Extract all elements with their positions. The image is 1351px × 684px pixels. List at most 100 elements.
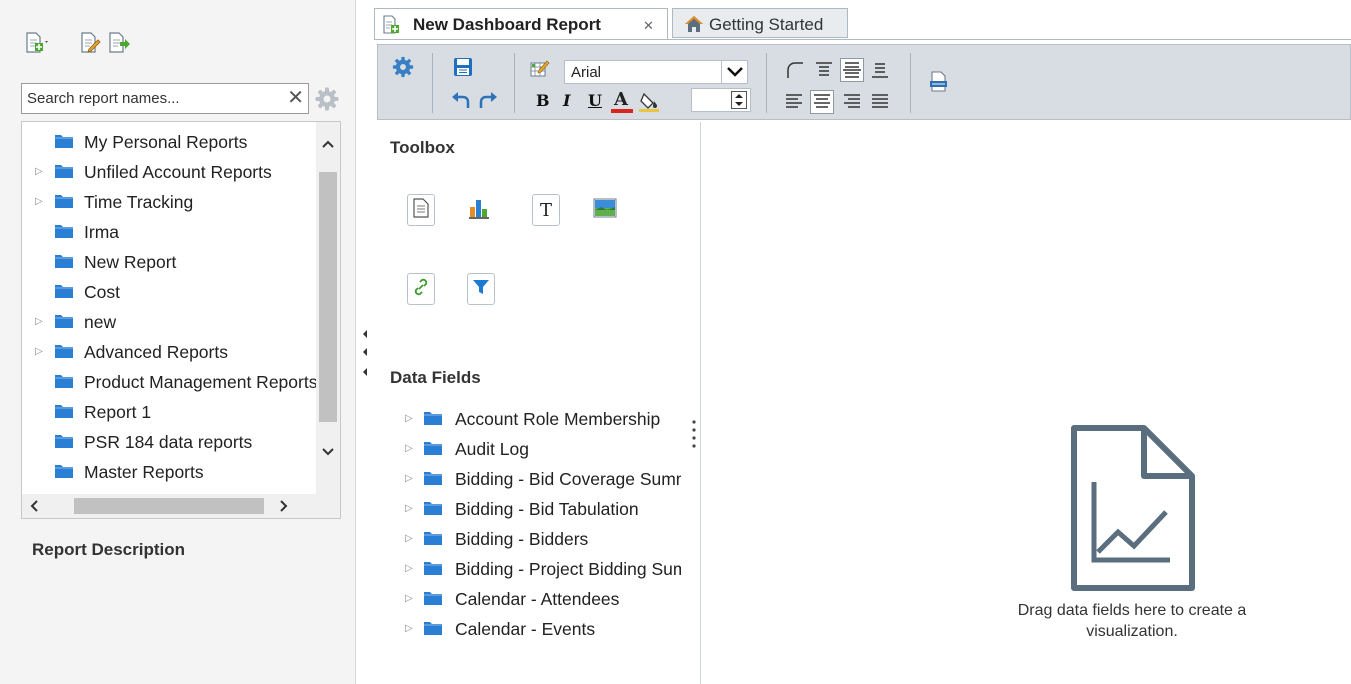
- save-icon[interactable]: [453, 57, 473, 82]
- font-family-value: Arial: [571, 64, 602, 81]
- collapse-left-icon[interactable]: [361, 328, 369, 383]
- bold-button[interactable]: B: [536, 91, 550, 110]
- tool-text[interactable]: T: [532, 194, 560, 226]
- report-tree-item[interactable]: My Personal Reports: [22, 128, 318, 156]
- close-tab-icon[interactable]: ✕: [643, 18, 654, 34]
- folder-icon: [54, 193, 74, 209]
- data-field-item[interactable]: ▷ Bidding - Bidders: [377, 525, 687, 553]
- report-tree-item-label: Cost: [84, 282, 120, 302]
- edit-report-icon[interactable]: [80, 32, 101, 53]
- data-field-item[interactable]: ▷ Calendar - Events: [377, 615, 687, 643]
- data-field-item[interactable]: ▷ Calendar - Attendees: [377, 585, 687, 613]
- font-color-swatch: [611, 109, 633, 113]
- font-size-stepper[interactable]: [691, 88, 751, 112]
- expand-arrow-icon[interactable]: ▷: [35, 166, 43, 177]
- scroll-right-icon[interactable]: [276, 498, 292, 518]
- report-tree-item[interactable]: Irma: [22, 218, 318, 246]
- align-bottom-icon[interactable]: [870, 60, 890, 85]
- tool-document[interactable]: [407, 194, 435, 226]
- text-format-icon[interactable]: [530, 58, 550, 83]
- scroll-down-icon[interactable]: [320, 444, 336, 460]
- align-left-icon[interactable]: [784, 93, 804, 116]
- expand-arrow-icon[interactable]: ▷: [405, 473, 413, 484]
- folder-icon: [54, 163, 74, 179]
- report-tree-item-label: New Report: [84, 252, 177, 272]
- tool-link[interactable]: [407, 273, 435, 305]
- report-tree: My Personal Reports ▷ Unfiled Account Repo…: [21, 121, 341, 519]
- report-settings-gear-icon[interactable]: [392, 56, 414, 83]
- tool-chart[interactable]: [465, 194, 493, 226]
- report-tree-item[interactable]: ▷ new: [22, 308, 318, 336]
- tool-image[interactable]: [591, 194, 619, 226]
- italic-button[interactable]: I: [563, 91, 570, 110]
- data-field-item[interactable]: ▷ Bidding - Bid Coverage Summary: [377, 465, 687, 493]
- report-tree-item[interactable]: Cost: [22, 278, 318, 306]
- data-field-item-label: Calendar - Attendees: [455, 589, 620, 609]
- folder-icon: [54, 463, 74, 479]
- report-tree-item[interactable]: Product Management Reports: [22, 368, 318, 396]
- expand-arrow-icon[interactable]: ▷: [405, 593, 413, 604]
- report-chart-placeholder-icon: [1070, 424, 1196, 597]
- expand-arrow-icon[interactable]: ▷: [405, 563, 413, 574]
- expand-arrow-icon[interactable]: ▷: [35, 196, 43, 207]
- search-settings-gear-icon[interactable]: [314, 86, 340, 112]
- expand-arrow-icon[interactable]: ▷: [35, 346, 43, 357]
- underline-button[interactable]: U: [588, 91, 602, 110]
- search-input[interactable]: [22, 84, 272, 113]
- tab-getting-started[interactable]: Getting Started: [672, 8, 848, 38]
- tab-strip-border: [374, 39, 1351, 40]
- align-center-icon[interactable]: [810, 90, 834, 114]
- stepper-arrows-icon[interactable]: [731, 91, 747, 109]
- scroll-left-icon[interactable]: [26, 498, 42, 518]
- tab-new-dashboard-report[interactable]: New Dashboard Report ✕: [374, 8, 668, 40]
- report-tree-item[interactable]: Report 1: [22, 398, 318, 426]
- font-color-button[interactable]: A: [611, 89, 633, 113]
- expand-arrow-icon[interactable]: ▷: [405, 623, 413, 634]
- resize-handle-icon[interactable]: [692, 418, 696, 453]
- expand-arrow-icon[interactable]: ▷: [405, 413, 413, 424]
- export-html-icon[interactable]: [928, 71, 950, 98]
- data-field-item[interactable]: ▷ Bidding - Project Bidding Summary: [377, 555, 687, 583]
- data-field-item[interactable]: ▷ Account Role Membership: [377, 405, 687, 433]
- redo-icon[interactable]: [478, 92, 498, 115]
- expand-arrow-icon[interactable]: ▷: [405, 503, 413, 514]
- panel-splitter[interactable]: [357, 0, 374, 684]
- toolbar-separator: [514, 53, 515, 113]
- font-family-select[interactable]: Arial: [564, 60, 748, 84]
- align-justify-icon[interactable]: [870, 93, 890, 116]
- chevron-down-icon[interactable]: [721, 61, 747, 83]
- report-tree-item-label: Product Management Reports: [84, 372, 318, 392]
- fill-color-icon[interactable]: [638, 90, 660, 117]
- report-tree-item[interactable]: New Report: [22, 248, 318, 276]
- report-tree-item-label: Unfiled Account Reports: [84, 162, 272, 182]
- scroll-up-icon[interactable]: [320, 136, 336, 152]
- dashboard-canvas[interactable]: Drag data fields here to create a visual…: [702, 122, 1351, 684]
- vertical-scrollbar[interactable]: [316, 122, 340, 494]
- vertical-scroll-thumb[interactable]: [319, 172, 337, 422]
- report-tree-item[interactable]: ▷ Unfiled Account Reports: [22, 158, 318, 186]
- data-field-item[interactable]: ▷ Bidding - Bid Tabulation: [377, 495, 687, 523]
- folder-icon: [423, 410, 443, 426]
- data-field-item[interactable]: ▷ Audit Log: [377, 435, 687, 463]
- clear-search-icon[interactable]: ✕: [287, 87, 304, 109]
- expand-arrow-icon[interactable]: ▷: [405, 533, 413, 544]
- add-report-icon[interactable]: [25, 32, 48, 53]
- report-tree-item[interactable]: ▷ Advanced Reports: [22, 338, 318, 366]
- report-tree-item[interactable]: ▷ Time Tracking: [22, 188, 318, 216]
- horizontal-scrollbar[interactable]: [22, 494, 340, 518]
- font-color-label: A: [614, 89, 628, 110]
- align-right-icon[interactable]: [842, 93, 862, 116]
- expand-arrow-icon[interactable]: ▷: [405, 443, 413, 454]
- report-tree-item[interactable]: Master Reports: [22, 458, 318, 486]
- tool-filter[interactable]: [467, 273, 495, 305]
- run-report-icon[interactable]: [108, 32, 130, 53]
- align-middle-icon[interactable]: [840, 58, 864, 82]
- empty-message-line-1: Drag data fields here to create a: [1017, 602, 1247, 619]
- undo-icon[interactable]: [451, 92, 471, 115]
- align-top-icon[interactable]: [814, 60, 834, 85]
- expand-arrow-icon[interactable]: ▷: [35, 316, 43, 327]
- rounded-corner-icon[interactable]: [786, 61, 804, 84]
- link-icon: [411, 277, 431, 302]
- horizontal-scroll-thumb[interactable]: [74, 498, 264, 514]
- report-tree-item[interactable]: PSR 184 data reports: [22, 428, 318, 456]
